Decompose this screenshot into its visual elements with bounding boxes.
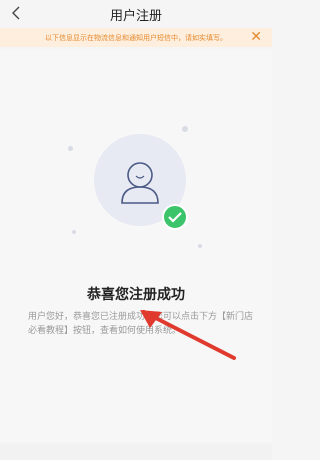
decor-dot	[182, 126, 188, 132]
check-badge-icon	[162, 204, 188, 230]
page-title: 用户注册	[109, 9, 162, 24]
top-bar: 用户注册	[0, 0, 272, 28]
close-icon[interactable]: ✕	[250, 29, 262, 45]
registration-success-panel: 恭喜您注册成功 用户您好，恭喜您已注册成功，您可以点击下方【新门店必看教程】按钮…	[0, 50, 272, 442]
notice-text: 以下信息显示在物流信息和通知用户短信中，请如实填写。	[45, 33, 227, 42]
decor-dot	[198, 244, 202, 248]
notice-banner: 以下信息显示在物流信息和通知用户短信中，请如实填写。 ✕	[0, 28, 272, 47]
avatar-illustration	[68, 120, 202, 248]
annotation-arrow-icon	[140, 310, 236, 360]
bottom-bar	[0, 444, 272, 460]
decor-dot	[72, 230, 76, 234]
decor-dot	[68, 146, 73, 151]
success-title: 恭喜您注册成功	[87, 287, 185, 303]
